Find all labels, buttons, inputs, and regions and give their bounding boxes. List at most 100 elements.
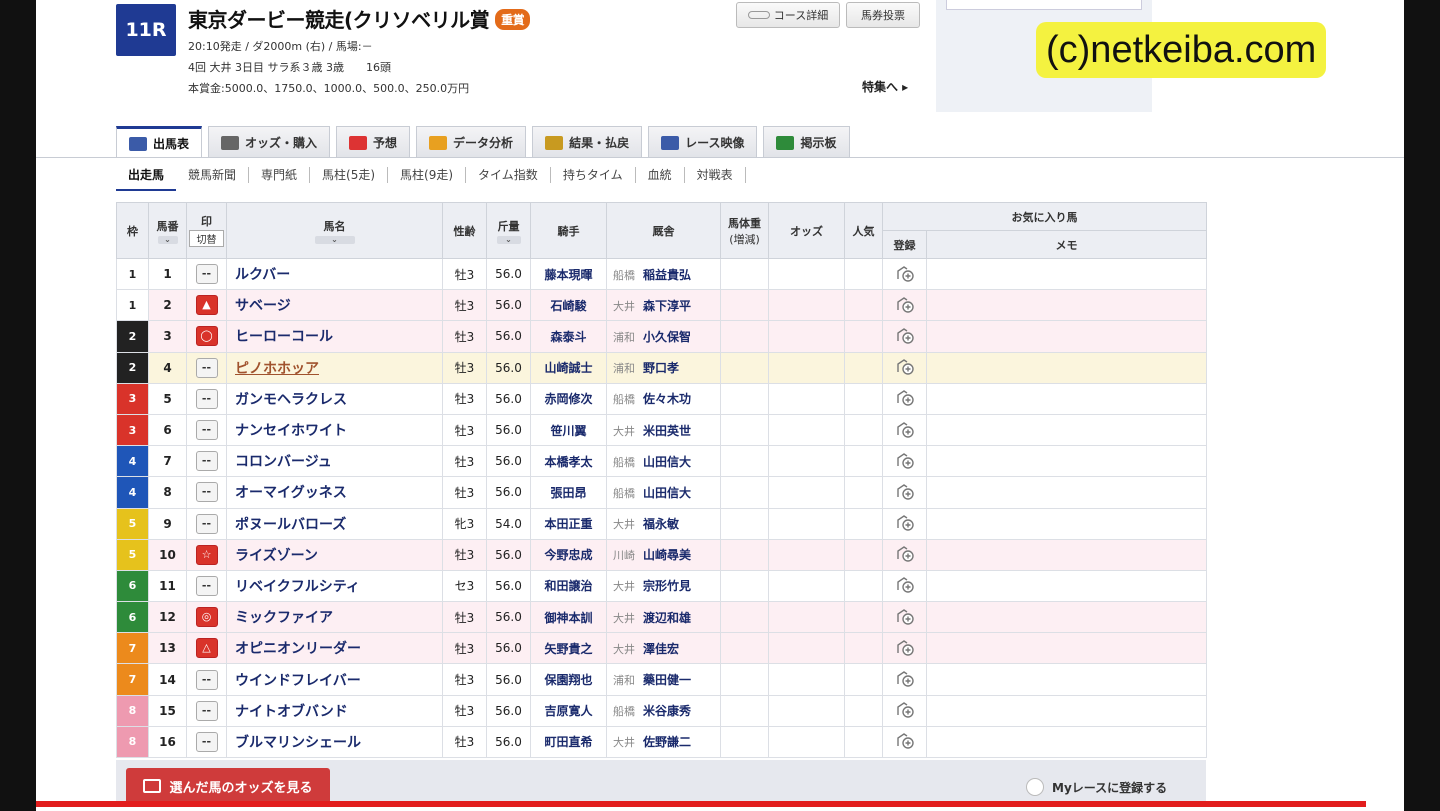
tab-2[interactable]: 予想 — [336, 126, 411, 158]
horse-name-link[interactable]: サベージ — [226, 289, 443, 322]
register-my-race[interactable]: Myレースに登録する — [1026, 778, 1167, 796]
jockey-link[interactable]: 和田譲治 — [530, 569, 607, 603]
prediction-mark-button[interactable]: ◎ — [195, 607, 218, 628]
sub-tab-2[interactable]: 専門紙 — [249, 167, 311, 183]
jockey-link[interactable]: 本橋孝太 — [530, 445, 607, 478]
jockey-link[interactable]: 町田直希 — [530, 725, 607, 759]
horse-name-link[interactable]: ポヌールバローズ — [226, 507, 443, 540]
sub-tab-8[interactable]: 対戦表 — [685, 167, 746, 183]
jockey-link[interactable]: 吉原寛人 — [530, 694, 607, 727]
memo-cell[interactable] — [926, 445, 1207, 478]
tab-6[interactable]: 掲示板 — [763, 126, 850, 158]
horse-name-link[interactable]: ミックファイア — [226, 601, 443, 634]
add-favorite-icon[interactable] — [895, 668, 915, 688]
trainer-link[interactable]: 小久保智 — [643, 330, 691, 344]
horse-name-link[interactable]: リベイクフルシティ — [226, 569, 443, 603]
bet-ticket-button[interactable]: 馬券投票 — [846, 2, 920, 28]
memo-cell[interactable] — [926, 413, 1207, 447]
add-favorite-icon[interactable] — [895, 606, 915, 626]
add-favorite-icon[interactable] — [895, 699, 915, 719]
add-favorite-icon[interactable] — [895, 450, 915, 470]
memo-cell[interactable] — [926, 507, 1207, 540]
trainer-link[interactable]: 渡辺和雄 — [643, 611, 691, 625]
sub-tab-3[interactable]: 馬柱(5走) — [310, 167, 389, 183]
jockey-link[interactable]: 張田昂 — [530, 476, 607, 509]
jockey-link[interactable]: 藤本現暉 — [530, 257, 607, 291]
jockey-link[interactable]: 御神本訓 — [530, 601, 607, 634]
prediction-mark-button[interactable]: -- — [195, 513, 218, 534]
prediction-mark-button[interactable]: -- — [195, 451, 218, 472]
add-favorite-icon[interactable] — [895, 730, 915, 750]
jockey-link[interactable]: 今野忠成 — [530, 538, 607, 571]
trainer-link[interactable]: 福永敏 — [643, 517, 679, 531]
horse-name-link[interactable]: ナイトオブバンド — [226, 694, 443, 727]
horse-name-link[interactable]: ナンセイホワイト — [226, 413, 443, 447]
memo-cell[interactable] — [926, 601, 1207, 634]
jockey-link[interactable]: 本田正重 — [530, 507, 607, 540]
horse-name-link[interactable]: オピニオンリーダー — [226, 632, 443, 665]
view-selected-odds-button[interactable]: 選んだ馬のオッズを見る — [126, 768, 330, 804]
sub-tab-7[interactable]: 血統 — [636, 167, 685, 183]
horse-name-link[interactable]: ガンモヘラクレス — [226, 382, 443, 415]
trainer-link[interactable]: 米谷康秀 — [643, 704, 691, 718]
horse-name-link[interactable]: ルクバー — [226, 257, 443, 291]
memo-cell[interactable] — [926, 257, 1207, 291]
trainer-link[interactable]: 山田信大 — [643, 486, 691, 500]
add-favorite-icon[interactable] — [895, 325, 915, 345]
tab-4[interactable]: 結果・払戻 — [532, 126, 643, 158]
horse-name-link[interactable]: ライズゾーン — [226, 538, 443, 571]
trainer-link[interactable]: 山崎尋美 — [643, 548, 691, 562]
mark-toggle-button[interactable]: 切替 — [189, 230, 224, 247]
jockey-link[interactable]: 石崎駿 — [530, 289, 607, 322]
prediction-mark-button[interactable]: -- — [195, 264, 218, 285]
memo-cell[interactable] — [926, 538, 1207, 571]
header-horse[interactable]: 馬名 ⌄ — [226, 202, 443, 259]
tab-1[interactable]: オッズ・購入 — [208, 126, 331, 158]
memo-cell[interactable] — [926, 632, 1207, 665]
horse-name-link[interactable]: コロンバージュ — [226, 445, 443, 478]
jockey-link[interactable]: 森泰斗 — [530, 320, 607, 353]
prediction-mark-button[interactable]: ☆ — [195, 544, 218, 565]
sub-tab-0[interactable]: 出走馬 — [116, 167, 177, 191]
add-favorite-icon[interactable] — [895, 543, 915, 563]
horse-name-link[interactable]: ヒーローコール — [226, 320, 443, 353]
trainer-link[interactable]: 米田英世 — [643, 424, 691, 438]
course-detail-button[interactable]: コース詳細 — [736, 2, 840, 28]
jockey-link[interactable]: 赤岡修次 — [530, 382, 607, 415]
horse-name-link[interactable]: ブルマリンシェール — [226, 725, 443, 759]
memo-cell[interactable] — [926, 569, 1207, 603]
sub-tab-4[interactable]: 馬柱(9走) — [388, 167, 467, 183]
prediction-mark-button[interactable]: -- — [195, 388, 218, 409]
header-umaban[interactable]: 馬番 ⌄ — [148, 202, 187, 259]
memo-cell[interactable] — [926, 663, 1207, 696]
trainer-link[interactable]: 藥田健一 — [643, 673, 691, 687]
header-weight[interactable]: 斤量 ⌄ — [486, 202, 531, 259]
prediction-mark-button[interactable]: -- — [195, 575, 218, 596]
jockey-link[interactable]: 山崎誠士 — [530, 351, 607, 384]
trainer-link[interactable]: 野口孝 — [643, 361, 679, 375]
prediction-mark-button[interactable]: -- — [195, 700, 218, 721]
prediction-mark-button[interactable]: -- — [195, 669, 218, 690]
add-favorite-icon[interactable] — [895, 387, 915, 407]
add-favorite-icon[interactable] — [895, 294, 915, 314]
ad-search-box[interactable] — [946, 0, 1142, 10]
add-favorite-icon[interactable] — [895, 419, 915, 439]
memo-cell[interactable] — [926, 289, 1207, 322]
sub-tab-6[interactable]: 持ちタイム — [551, 167, 636, 183]
prediction-mark-button[interactable]: -- — [195, 357, 218, 378]
trainer-link[interactable]: 森下淳平 — [643, 299, 691, 313]
trainer-link[interactable]: 澤佳宏 — [643, 642, 679, 656]
memo-cell[interactable] — [926, 351, 1207, 384]
video-progress-bar[interactable] — [36, 801, 1366, 807]
horse-name-link[interactable]: オーマイグッネス — [226, 476, 443, 509]
add-favorite-icon[interactable] — [895, 512, 915, 532]
add-favorite-icon[interactable] — [895, 574, 915, 594]
add-favorite-icon[interactable] — [895, 481, 915, 501]
tab-3[interactable]: データ分析 — [416, 126, 527, 158]
trainer-link[interactable]: 稲益貴弘 — [643, 268, 691, 282]
sub-tab-5[interactable]: タイム指数 — [466, 167, 551, 183]
prediction-mark-button[interactable]: -- — [195, 420, 218, 441]
memo-cell[interactable] — [926, 694, 1207, 727]
feature-link[interactable]: 特集へ ▸ — [862, 78, 908, 95]
tab-0[interactable]: 出馬表 — [116, 126, 203, 158]
